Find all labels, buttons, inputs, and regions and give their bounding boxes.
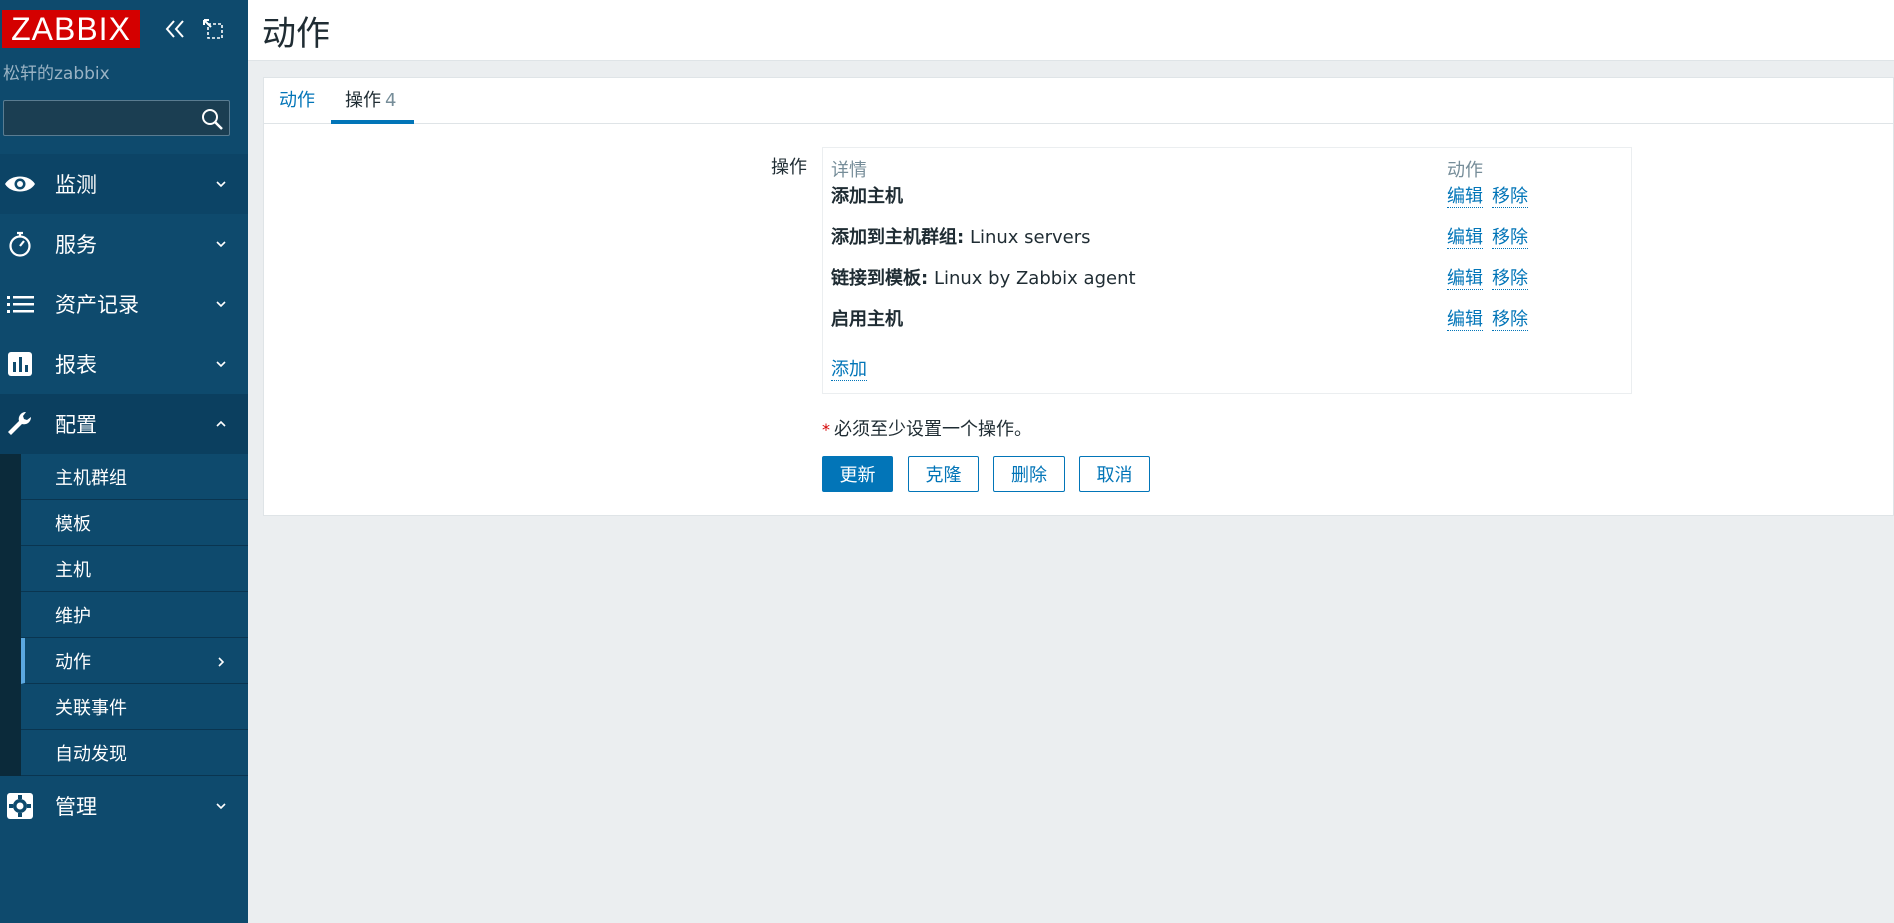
menu-label: 监测 bbox=[55, 173, 97, 197]
submenu-item-templates[interactable]: 模板 bbox=[21, 500, 248, 546]
row-actions: 编辑 移除 bbox=[1447, 182, 1537, 208]
search-input[interactable] bbox=[4, 101, 184, 135]
menu-item-administration[interactable]: 管理 bbox=[0, 776, 248, 836]
gear-icon bbox=[4, 792, 36, 820]
menu-item-monitoring[interactable]: 监测 bbox=[0, 154, 248, 214]
eye-icon bbox=[4, 170, 36, 198]
chevron-down-icon bbox=[214, 176, 228, 190]
required-asterisk: * bbox=[822, 420, 830, 439]
clone-button[interactable]: 克隆 bbox=[908, 456, 979, 492]
logo-row: ZABBIX bbox=[0, 8, 248, 48]
zabbix-logo[interactable]: ZABBIX bbox=[2, 10, 140, 48]
page-header: 动作 bbox=[248, 0, 1894, 61]
table-row: 启用主机 bbox=[831, 305, 903, 335]
main-menu: 监测 服务 资产记录 报表 配置 主机群组 模板 主机 维护 动作 关联事件 自… bbox=[0, 154, 248, 836]
remove-link[interactable]: 移除 bbox=[1492, 186, 1528, 208]
stopwatch-icon bbox=[4, 230, 36, 258]
column-header-actions: 动作 bbox=[1447, 160, 1483, 181]
list-icon bbox=[4, 290, 36, 318]
submenu-label: 动作 bbox=[55, 651, 91, 673]
menu-item-reports[interactable]: 报表 bbox=[0, 334, 248, 394]
table-row: 添加主机 bbox=[831, 182, 903, 212]
menu-item-services[interactable]: 服务 bbox=[0, 214, 248, 274]
column-header-details: 详情 bbox=[831, 160, 867, 181]
search-box bbox=[3, 100, 230, 136]
menu-label: 配置 bbox=[55, 413, 97, 437]
row-actions: 编辑 移除 bbox=[1447, 264, 1537, 290]
chevron-up-icon bbox=[214, 416, 228, 430]
remove-link[interactable]: 移除 bbox=[1492, 227, 1528, 249]
submenu-item-host-groups[interactable]: 主机群组 bbox=[21, 454, 248, 500]
sidebar: ZABBIX 松轩的zabbix 监测 服务 资产记录 报表 配置 主机群组 模… bbox=[0, 0, 248, 923]
add-operation-wrapper: 添加 bbox=[831, 355, 876, 381]
submenu-label: 主机群组 bbox=[55, 467, 127, 489]
edit-link[interactable]: 编辑 bbox=[1447, 268, 1483, 290]
tab-bar: 动作 操作 4 bbox=[264, 78, 1893, 124]
tab-label: 操作 bbox=[345, 90, 381, 111]
chevron-down-icon bbox=[214, 356, 228, 370]
action-form-card: 动作 操作 4 操作 详情 动作 添加主机 编辑 移除 添加到主机群组: Linux… bbox=[263, 77, 1894, 516]
chevron-down-icon bbox=[214, 296, 228, 310]
edit-link[interactable]: 编辑 bbox=[1447, 309, 1483, 331]
add-operation-link[interactable]: 添加 bbox=[831, 359, 867, 381]
submenu-label: 模板 bbox=[55, 513, 91, 535]
chevron-down-icon bbox=[214, 236, 228, 250]
submenu-item-discovery[interactable]: 自动发现 bbox=[21, 730, 248, 776]
server-name: 松轩的zabbix bbox=[3, 64, 110, 84]
table-row: 添加到主机群组: Linux servers bbox=[831, 223, 1091, 253]
operation-type: 启用主机 bbox=[831, 309, 903, 330]
cancel-button[interactable]: 取消 bbox=[1079, 456, 1150, 492]
kiosk-mode-icon[interactable] bbox=[200, 16, 226, 42]
operation-value: Linux servers bbox=[969, 227, 1091, 248]
operation-type: 添加主机 bbox=[831, 186, 903, 207]
required-note-text: 必须至少设置一个操作。 bbox=[834, 419, 1032, 440]
tab-count: 4 bbox=[385, 90, 397, 111]
row-actions: 编辑 移除 bbox=[1447, 305, 1537, 331]
required-note: * 必须至少设置一个操作。 bbox=[822, 415, 1032, 441]
search-icon[interactable] bbox=[199, 106, 225, 132]
collapse-sidebar-icon[interactable] bbox=[162, 16, 188, 42]
submenu-label: 关联事件 bbox=[55, 697, 127, 719]
menu-item-configuration[interactable]: 配置 bbox=[0, 394, 248, 454]
submenu-label: 主机 bbox=[55, 559, 91, 581]
menu-label: 资产记录 bbox=[55, 293, 139, 317]
tab-operations[interactable]: 操作 4 bbox=[331, 78, 414, 124]
submenu-label: 自动发现 bbox=[55, 743, 127, 765]
row-actions: 编辑 移除 bbox=[1447, 223, 1537, 249]
submenu-item-maintenance[interactable]: 维护 bbox=[21, 592, 248, 638]
operation-value: Linux by Zabbix agent bbox=[933, 268, 1136, 289]
menu-label: 报表 bbox=[55, 353, 97, 377]
edit-link[interactable]: 编辑 bbox=[1447, 227, 1483, 249]
menu-label: 管理 bbox=[55, 795, 97, 819]
remove-link[interactable]: 移除 bbox=[1492, 309, 1528, 331]
delete-button[interactable]: 删除 bbox=[993, 456, 1065, 492]
configuration-submenu: 主机群组 模板 主机 维护 动作 关联事件 自动发现 bbox=[0, 454, 248, 776]
page-title: 动作 bbox=[262, 14, 330, 54]
chevron-down-icon bbox=[214, 798, 228, 812]
operations-field-label: 操作 bbox=[771, 157, 807, 178]
bar-chart-icon bbox=[4, 350, 36, 378]
operations-table: 详情 动作 添加主机 编辑 移除 添加到主机群组: Linux servers 编… bbox=[822, 147, 1632, 394]
table-row: 链接到模板: Linux by Zabbix agent bbox=[831, 264, 1136, 294]
edit-link[interactable]: 编辑 bbox=[1447, 186, 1483, 208]
submenu-label: 维护 bbox=[55, 605, 91, 627]
submenu-item-actions[interactable]: 动作 bbox=[21, 638, 248, 684]
tab-action[interactable]: 动作 bbox=[279, 78, 315, 124]
operation-type: 链接到模板: bbox=[831, 268, 929, 289]
menu-item-inventory[interactable]: 资产记录 bbox=[0, 274, 248, 334]
operation-type: 添加到主机群组: bbox=[831, 227, 965, 248]
wrench-icon bbox=[4, 410, 36, 438]
menu-label: 服务 bbox=[55, 233, 97, 257]
submenu-item-event-correlation[interactable]: 关联事件 bbox=[21, 684, 248, 730]
update-button[interactable]: 更新 bbox=[822, 456, 893, 492]
tab-label: 动作 bbox=[279, 90, 315, 111]
remove-link[interactable]: 移除 bbox=[1492, 268, 1528, 290]
chevron-right-icon bbox=[214, 654, 228, 668]
submenu-item-hosts[interactable]: 主机 bbox=[21, 546, 248, 592]
